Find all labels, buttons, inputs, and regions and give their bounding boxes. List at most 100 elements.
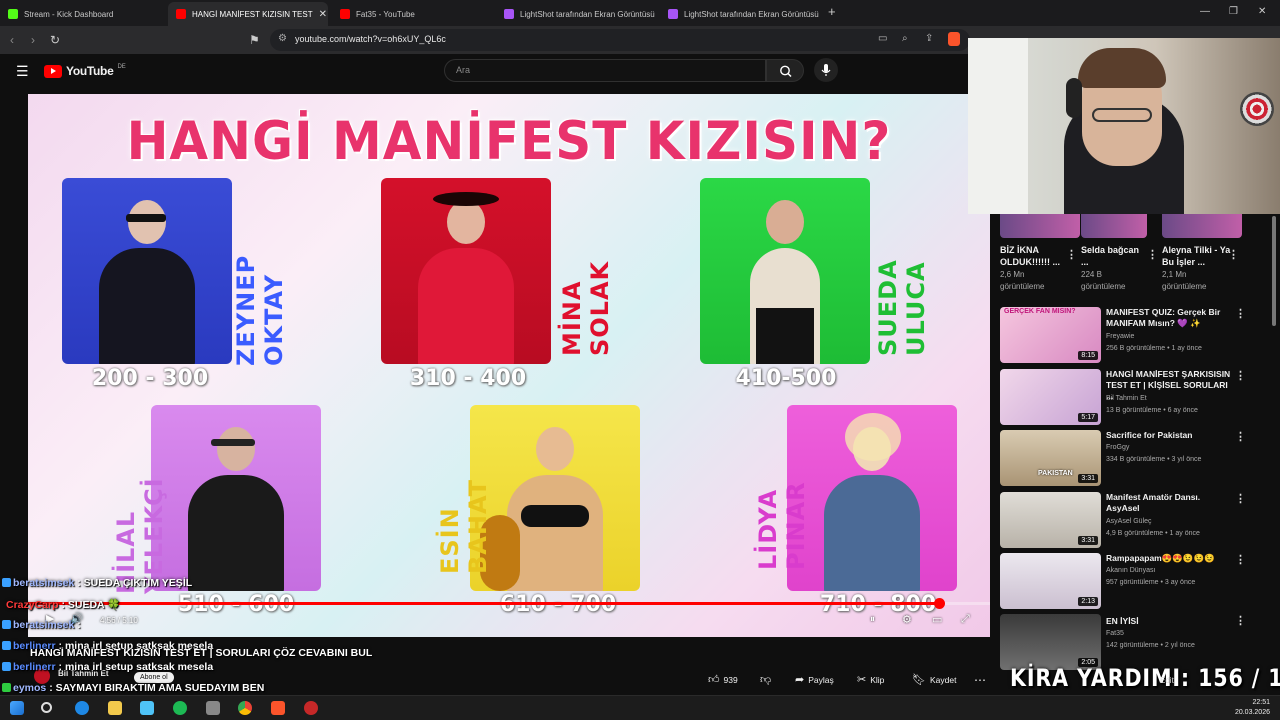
fullscreen-icon[interactable]: ⤢	[961, 613, 970, 626]
channel-name[interactable]: Bil Tahmin Et	[1106, 395, 1147, 402]
share-button[interactable]: ➦ Paylaş	[795, 670, 834, 689]
duration-badge: 8:15	[1078, 351, 1098, 360]
kick-icon	[8, 9, 18, 19]
like-count: 939	[723, 674, 738, 685]
top-video-2[interactable]: Selda bağcan ... 224 B görüntüleme	[1081, 214, 1147, 293]
more-options-icon[interactable]: ⋮	[1147, 248, 1158, 261]
brave-icon[interactable]	[271, 701, 285, 715]
chat-username: beratsimsek	[13, 577, 75, 589]
tab-manifest-test[interactable]: HANGİ MANİFEST KIZISIN TEST ✕	[168, 2, 328, 26]
bookmark-icon[interactable]: ⚑	[249, 33, 260, 47]
search-icon[interactable]	[41, 702, 52, 713]
app-icon[interactable]	[140, 701, 154, 715]
top-video-title: Aleyna Tilki - Ya Bu İşler ...	[1162, 245, 1231, 267]
save-label: Kaydet	[929, 674, 957, 685]
card-zeynep-oktay	[62, 178, 232, 364]
sidebar-scrollbar[interactable]	[1272, 216, 1276, 326]
headset	[1066, 78, 1082, 118]
lightshot-icon	[668, 9, 678, 19]
youtube-play-icon	[44, 64, 62, 78]
clip-button[interactable]: ✂ Klip	[857, 670, 884, 689]
tab-fat35[interactable]: Fat35 - YouTube	[332, 2, 492, 26]
tab-lightshot-1[interactable]: LightShot tarafından Ekran Görüntüsü	[496, 2, 656, 26]
zoom-icon[interactable]: ⌕	[902, 33, 908, 44]
bookmark-icon: 🔖︎	[912, 674, 926, 686]
youtube-icon	[176, 9, 186, 19]
edge-icon[interactable]	[75, 701, 89, 715]
like-button[interactable]: 👍︎ 939	[708, 670, 748, 689]
address-bar[interactable]: ⚙ youtube.com/watch?v=oh6xUY_QL6c ▭ ⌕ ⇪	[270, 29, 970, 51]
more-options-icon[interactable]: ⋮	[1228, 248, 1239, 261]
recommendation-item[interactable]: 3:31 Manifest Amatör Dansı. AsyAsel AsyA…	[1000, 492, 1260, 548]
forward-icon[interactable]: ›	[31, 33, 35, 47]
channel-name[interactable]: Akanın Dünyası	[1106, 567, 1155, 574]
more-options-icon[interactable]: ⋮	[1235, 307, 1246, 320]
brave-shield-icon[interactable]	[948, 32, 960, 46]
recommendation-item[interactable]: 2:13 Rampapapam😍😍😉😉😉 Akanın Dünyası 957 …	[1000, 553, 1260, 609]
system-clock[interactable]: 22:51 20.03.2026	[1235, 698, 1270, 718]
obs-icon[interactable]	[304, 701, 318, 715]
tab-label: LightShot tarafından Ekran Görüntüsü	[520, 9, 655, 19]
tab-lightshot-2[interactable]: LightShot tarafından Ekran Görüntüsü	[660, 2, 820, 26]
channel-name[interactable]: Freyawie	[1106, 333, 1134, 340]
voice-search-button[interactable]	[814, 58, 838, 82]
video-thumbnail: 2:13	[1000, 553, 1101, 609]
name-sueda-uluca: SUEDA ULUCA	[874, 259, 930, 356]
new-tab-icon[interactable]: +	[828, 4, 836, 19]
chrome-icon[interactable]	[238, 701, 252, 715]
settings-gear-icon[interactable]: ⚙	[902, 613, 912, 626]
card-sueda-uluca	[700, 178, 870, 364]
back-icon[interactable]: ‹	[10, 33, 14, 47]
edit-label[interactable]: Edit	[1160, 676, 1174, 685]
spotify-icon[interactable]	[173, 701, 187, 715]
progress-scrubber[interactable]	[934, 598, 945, 609]
video-thumbnail: 3:31	[1000, 492, 1101, 548]
name-lidya-pinar: LİDYA PINAR	[754, 481, 810, 570]
webcam-overlay	[968, 38, 1280, 214]
video-player[interactable]: HANGİ MANİFEST KIZISIN? ZEYNEP OKTAY 200…	[28, 94, 990, 637]
more-options-icon[interactable]: ⋮	[1066, 248, 1077, 261]
more-options-icon[interactable]: ⋮	[1235, 430, 1246, 443]
card-hilal-yelekci	[151, 405, 321, 591]
video-title-line: HANGİ MANİFEST KIZISIN TEST ET | SORULAR…	[30, 647, 373, 659]
site-info-icon[interactable]: ⚙	[278, 33, 287, 44]
windows-start-icon[interactable]	[10, 701, 24, 715]
autoplay-icon[interactable]: ⏸	[870, 614, 875, 625]
windows-taskbar: 22:51 20.03.2026	[0, 695, 1280, 720]
calculator-icon[interactable]	[206, 701, 220, 715]
channel-name[interactable]: AsyAsel Güleç	[1106, 518, 1152, 525]
search-button[interactable]	[766, 59, 804, 82]
file-explorer-icon[interactable]	[108, 701, 122, 715]
close-window-icon[interactable]: ✕	[1258, 6, 1266, 17]
top-video-3[interactable]: Aleyna Tilki - Ya Bu İşler ... 2,1 Mn gö…	[1162, 214, 1242, 293]
more-actions-icon[interactable]: ⋯	[974, 670, 986, 689]
recommendation-item[interactable]: PAKISTAN 3:31 Sacrifice for Pakistan Fro…	[1000, 430, 1260, 486]
video-meta: 256 B görüntüleme • 1 ay önce	[1106, 345, 1202, 352]
save-button[interactable]: 🔖︎ Kaydet	[912, 670, 956, 689]
chat-message: eymos : SAYMAYI BIRAKTIM AMA SUEDAYIM BE…	[2, 682, 264, 694]
badge-icon	[2, 578, 11, 587]
close-tab-icon[interactable]: ✕	[319, 9, 327, 20]
channel-name[interactable]: Fat35	[1106, 630, 1124, 637]
recommendation-item[interactable]: GERÇEK FAN MISIN? 8:15 MANIFEST QUIZ: Ge…	[1000, 307, 1260, 363]
share-page-icon[interactable]: ⇪	[925, 33, 933, 44]
reload-icon[interactable]: ↻	[50, 33, 60, 47]
thumbs-up-icon: 👍︎	[708, 674, 720, 686]
tab-kick-dashboard[interactable]: Stream - Kick Dashboard	[0, 2, 165, 26]
search-input[interactable]: Ara	[444, 59, 766, 82]
youtube-logo[interactable]: YouTube DE	[44, 64, 126, 78]
more-options-icon[interactable]: ⋮	[1235, 492, 1246, 505]
more-options-icon[interactable]: ⋮	[1235, 614, 1246, 627]
more-options-icon[interactable]: ⋮	[1235, 369, 1246, 382]
recommendation-item[interactable]: 5:17 HANGİ MANİFEST ŞARKISISIN TEST ET |…	[1000, 369, 1260, 425]
menu-icon[interactable]: ☰	[16, 63, 29, 80]
channel-name[interactable]: FroGgy	[1106, 444, 1129, 451]
theater-mode-icon[interactable]: ▭	[932, 613, 942, 626]
badge-icon	[2, 662, 11, 671]
maximize-icon[interactable]: ❐	[1229, 6, 1238, 17]
recommendation-item[interactable]: 2:05 EN İYİSİ Fat35 142 görüntüleme • 2 …	[1000, 614, 1260, 670]
cast-icon[interactable]: ▭	[878, 33, 887, 44]
minimize-icon[interactable]: —	[1200, 6, 1210, 17]
more-options-icon[interactable]: ⋮	[1235, 553, 1246, 566]
dislike-button[interactable]: 👎︎	[760, 670, 771, 689]
